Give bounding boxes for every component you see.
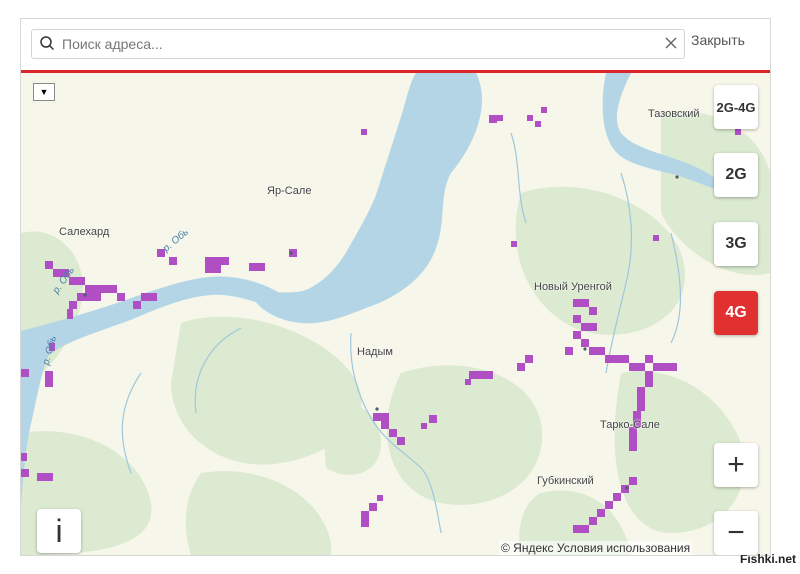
search-box <box>31 29 685 59</box>
city-label-tarko-sale: Тарко-Сале <box>600 419 660 431</box>
network-2g-4g-button[interactable]: 2G-4G <box>714 85 758 129</box>
search-icon <box>40 36 54 50</box>
attribution: © Яндекс Условия использования <box>499 541 693 555</box>
close-link[interactable]: Закрыть <box>691 32 745 48</box>
city-label-gubkinsky: Губкинский <box>537 475 594 487</box>
map-canvas <box>21 73 770 555</box>
coverage-map[interactable] <box>21 73 770 555</box>
city-label-tazovsky: Тазовский <box>648 108 700 120</box>
map-widget: Закрыть <box>20 18 771 556</box>
city-label-salekhard: Салехард <box>59 226 110 238</box>
search-input[interactable] <box>62 34 652 54</box>
terms-link[interactable]: Условия использования <box>557 541 690 555</box>
city-label-yar-sale: Яр-Сале <box>267 185 312 197</box>
clear-icon[interactable] <box>664 36 678 50</box>
city-label-nadym: Надым <box>357 346 393 358</box>
yandex-copyright[interactable]: © Яндекс <box>501 541 554 555</box>
info-button[interactable]: i <box>37 509 81 553</box>
zoom-in-button[interactable]: + <box>714 443 758 487</box>
top-bar: Закрыть <box>21 19 770 73</box>
city-label-novy-urengoy: Новый Уренгой <box>534 281 612 293</box>
network-2g-button[interactable]: 2G <box>714 153 758 197</box>
network-3g-button[interactable]: 3G <box>714 222 758 266</box>
layer-dropdown[interactable]: ▼ <box>33 83 55 101</box>
network-4g-button[interactable]: 4G <box>714 291 758 335</box>
zoom-out-button[interactable]: − <box>714 511 758 555</box>
